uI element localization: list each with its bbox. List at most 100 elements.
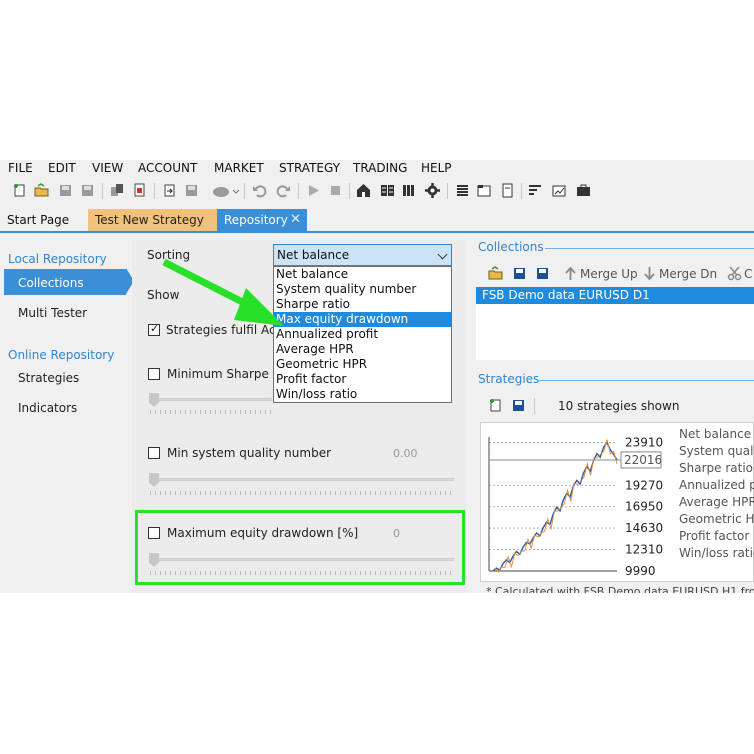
local-repository-heading: Local Repository bbox=[8, 252, 107, 266]
list-icon[interactable] bbox=[455, 183, 470, 198]
min-sharpe-slider-ticks bbox=[150, 410, 272, 414]
arrow-up-icon bbox=[565, 266, 576, 280]
toolbar-separator bbox=[102, 183, 103, 199]
copy-icon[interactable] bbox=[110, 183, 125, 198]
gear-icon[interactable] bbox=[425, 183, 440, 198]
sidebar-item-indicators[interactable]: Indicators bbox=[18, 401, 77, 415]
add-strategy-icon[interactable] bbox=[488, 398, 503, 413]
min-sqn-checkbox[interactable] bbox=[148, 447, 160, 459]
toolbar-separator bbox=[534, 398, 535, 414]
merge-up-button[interactable]: Merge Up bbox=[580, 267, 638, 281]
toolbar-separator bbox=[154, 183, 155, 199]
menu-view[interactable]: VIEW bbox=[92, 161, 123, 175]
metric-label: System quality bbox=[679, 444, 754, 458]
save-strategies-icon[interactable] bbox=[511, 398, 526, 413]
y-tick-label: 12310 bbox=[625, 543, 663, 557]
chart-icon[interactable] bbox=[552, 183, 567, 198]
y-tick-label: 16950 bbox=[625, 500, 663, 514]
collections-heading: Collections bbox=[478, 240, 544, 254]
books-icon[interactable] bbox=[402, 183, 417, 198]
export-icon[interactable] bbox=[162, 183, 177, 198]
sorting-option[interactable]: Net balance bbox=[274, 267, 451, 282]
sort-icon[interactable] bbox=[528, 183, 543, 198]
min-sharpe-label: Minimum Sharpe ra bbox=[167, 367, 286, 381]
sorting-option[interactable]: Profit factor bbox=[274, 372, 451, 387]
app-window: FILE EDIT VIEW ACCOUNT MARKET STRATEGY T… bbox=[0, 160, 754, 593]
toolbar-separator bbox=[349, 183, 350, 199]
metric-label: Win/loss ratio bbox=[679, 546, 754, 560]
metric-label: Net balance bbox=[679, 427, 752, 441]
collection-list bbox=[476, 304, 754, 360]
strategy-card[interactable]: 23910 19270 16950 14630 12310 9990 22016 Net b… bbox=[480, 422, 754, 582]
sorting-option[interactable]: Win/loss ratio bbox=[274, 387, 451, 402]
sorting-option[interactable]: Average HPR bbox=[274, 342, 451, 357]
toolbar-separator bbox=[298, 183, 299, 199]
fulfil-checkbox[interactable]: ✓ bbox=[148, 322, 160, 336]
open-icon[interactable] bbox=[34, 183, 49, 198]
y-tick-label: 19270 bbox=[625, 478, 663, 492]
sorting-option-selected[interactable]: Max equity drawdown bbox=[274, 312, 451, 327]
open-collection-icon[interactable] bbox=[488, 266, 503, 281]
save-collection-icon[interactable] bbox=[512, 266, 527, 281]
home-icon[interactable] bbox=[356, 183, 371, 198]
min-sqn-value: 0.00 bbox=[393, 447, 418, 460]
min-sharpe-checkbox[interactable] bbox=[148, 368, 160, 380]
checkmark-icon: ✓ bbox=[150, 322, 160, 335]
undo-icon[interactable] bbox=[252, 183, 267, 198]
menu-edit[interactable]: EDIT bbox=[48, 161, 76, 175]
metric-label: Annualized pro bbox=[679, 478, 754, 492]
sorting-dropdown-list: Net balance System quality number Sharpe… bbox=[273, 266, 452, 403]
import-icon[interactable] bbox=[184, 183, 199, 198]
sorting-option[interactable]: Annualized profit bbox=[274, 327, 451, 342]
merge-dn-button[interactable]: Merge Dn bbox=[659, 267, 717, 281]
min-sqn-label: Min system quality number bbox=[167, 446, 332, 460]
metric-label: Sharpe ratio bbox=[679, 461, 753, 475]
sorting-option[interactable]: Sharpe ratio bbox=[274, 297, 451, 312]
collection-list-item-selected[interactable]: FSB Demo data EURUSD D1 bbox=[476, 287, 754, 304]
menu-help[interactable]: HELP bbox=[421, 161, 452, 175]
min-sqn-slider-track bbox=[150, 478, 454, 481]
calculation-footnote: * Calculated with FSB Demo data EURUSD H… bbox=[486, 585, 754, 593]
redo-icon[interactable] bbox=[276, 183, 291, 198]
cut-button-label[interactable]: C bbox=[744, 267, 752, 281]
arrow-down-icon bbox=[644, 267, 655, 281]
menu-trading[interactable]: TRADING bbox=[353, 161, 407, 175]
new-icon[interactable] bbox=[12, 183, 27, 198]
sorting-select[interactable]: Net balance bbox=[273, 244, 452, 266]
close-icon[interactable]: ✕ bbox=[290, 209, 301, 231]
paste-icon[interactable] bbox=[132, 183, 147, 198]
sorting-option[interactable]: System quality number bbox=[274, 282, 451, 297]
play-icon[interactable] bbox=[306, 183, 321, 198]
stop-icon[interactable] bbox=[328, 183, 343, 198]
online-repository-heading: Online Repository bbox=[8, 348, 115, 362]
tab-test-new-strategy[interactable]: Test New Strategy bbox=[88, 209, 217, 231]
menu-account[interactable]: ACCOUNT bbox=[138, 161, 197, 175]
briefcase-icon[interactable] bbox=[576, 183, 591, 198]
cloud-icon[interactable] bbox=[212, 183, 240, 198]
toolbar-separator bbox=[447, 183, 448, 199]
folder-icon[interactable] bbox=[477, 183, 492, 198]
strategies-divider bbox=[537, 380, 754, 381]
y-tick-label: 9990 bbox=[625, 564, 656, 578]
scissors-icon[interactable] bbox=[727, 266, 742, 281]
sidebar-item-strategies[interactable]: Strategies bbox=[18, 371, 79, 385]
library-icon[interactable] bbox=[380, 183, 395, 198]
sidebar-item-multi-tester[interactable]: Multi Tester bbox=[18, 306, 87, 320]
menu-market[interactable]: MARKET bbox=[214, 161, 264, 175]
tab-bar: Start Page Test New Strategy Repository … bbox=[0, 208, 754, 233]
chevron-down-icon bbox=[437, 249, 448, 260]
strategies-heading: Strategies bbox=[478, 372, 540, 386]
menu-file[interactable]: FILE bbox=[8, 161, 33, 175]
document-icon[interactable] bbox=[500, 183, 515, 198]
menu-strategy[interactable]: STRATEGY bbox=[279, 161, 340, 175]
save-icon[interactable] bbox=[58, 183, 73, 198]
sorting-option[interactable]: Geometric HPR bbox=[274, 357, 451, 372]
y-tick-label: 14630 bbox=[625, 521, 663, 535]
metric-label: Geometric HPR bbox=[679, 512, 754, 526]
save-as-collection-icon[interactable] bbox=[535, 266, 550, 281]
save-as-icon[interactable] bbox=[80, 183, 95, 198]
tab-repository[interactable]: Repository ✕ bbox=[217, 209, 307, 231]
sidebar-item-collections[interactable]: Collections bbox=[18, 276, 84, 290]
tab-start-page[interactable]: Start Page bbox=[0, 209, 76, 231]
highlight-box bbox=[135, 510, 465, 585]
